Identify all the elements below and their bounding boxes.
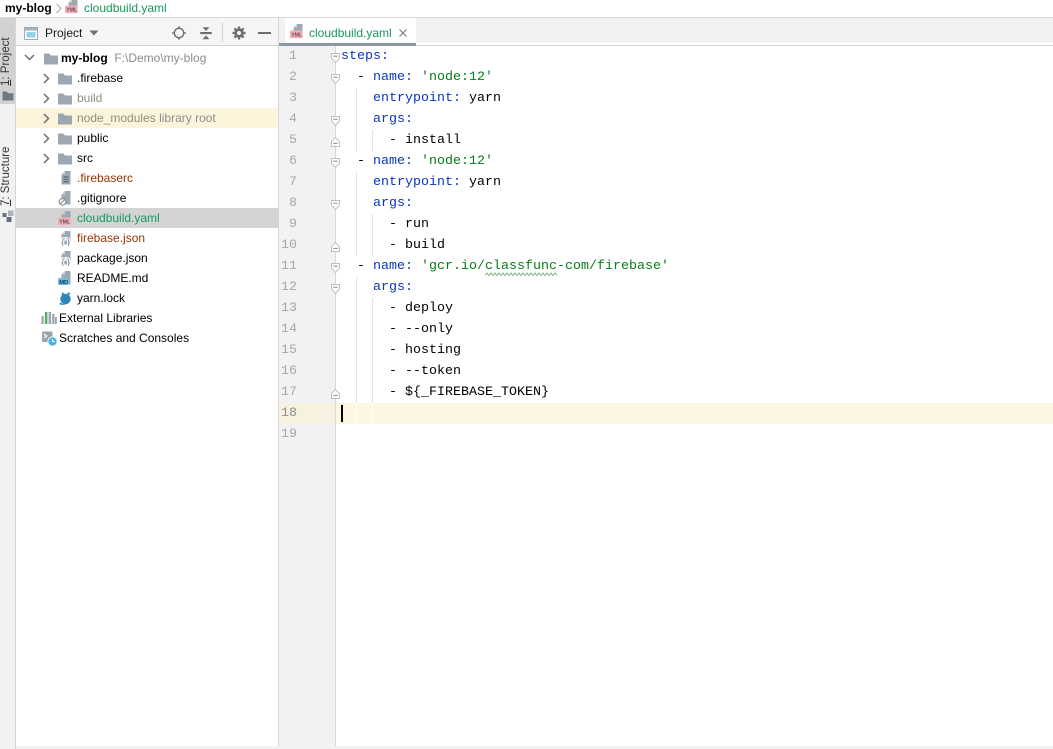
svg-text:YML: YML bbox=[59, 219, 71, 225]
svg-text:MD: MD bbox=[59, 280, 68, 286]
svg-text:{}: {} bbox=[60, 258, 71, 266]
svg-text:{}: {} bbox=[60, 238, 71, 246]
svg-text:YML: YML bbox=[66, 7, 78, 13]
svg-text:YML: YML bbox=[291, 32, 303, 38]
